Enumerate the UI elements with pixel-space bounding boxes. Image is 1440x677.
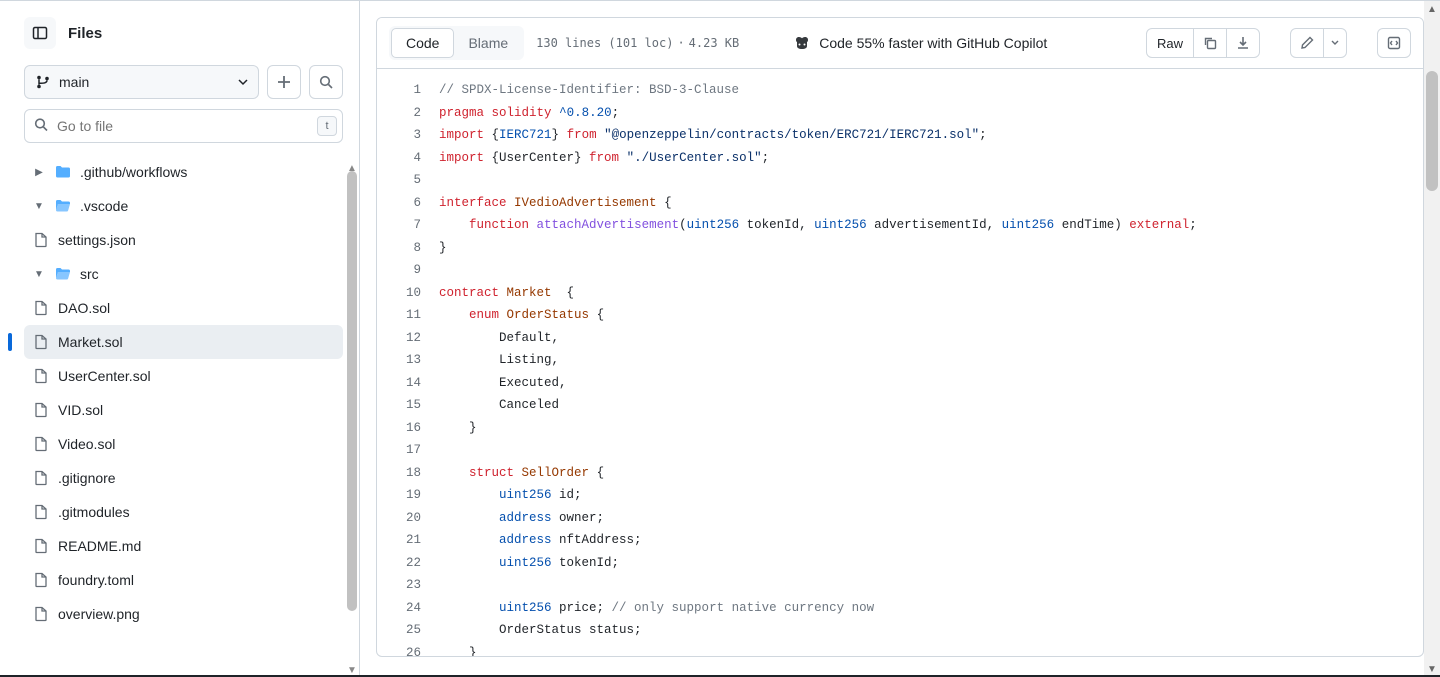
sidebar: Files main t ▶ .github/workflows bbox=[0, 1, 360, 677]
add-file-button[interactable] bbox=[267, 65, 301, 99]
chevron-down-icon: ▼ bbox=[32, 201, 46, 212]
branch-selector[interactable]: main bbox=[24, 65, 259, 99]
tree-item-vid[interactable]: VID.sol bbox=[24, 393, 343, 427]
file-tree: ▶ .github/workflows ▼ .vscode settings.j… bbox=[24, 155, 343, 631]
file-icon bbox=[32, 538, 50, 554]
tree-item-vscode[interactable]: ▼ .vscode bbox=[24, 189, 343, 223]
tree-label: foundry.toml bbox=[58, 572, 134, 588]
file-icon bbox=[32, 504, 50, 520]
tree-item-github-workflows[interactable]: ▶ .github/workflows bbox=[24, 155, 343, 189]
copy-icon bbox=[1203, 36, 1217, 50]
tree-label: .gitmodules bbox=[58, 504, 130, 520]
stats-size: 4.23 KB bbox=[689, 36, 740, 50]
chevron-right-icon: ▶ bbox=[32, 167, 46, 178]
file-icon bbox=[32, 436, 50, 452]
view-toggle: Code Blame bbox=[389, 26, 524, 60]
folder-open-icon bbox=[54, 266, 72, 282]
files-title: Files bbox=[68, 25, 102, 42]
code-content: // SPDX-License-Identifier: BSD-3-Clause… bbox=[439, 69, 1197, 656]
active-indicator bbox=[8, 333, 12, 351]
sidebar-scrollbar[interactable] bbox=[347, 171, 357, 611]
symbols-button[interactable] bbox=[1377, 28, 1411, 58]
tree-item-overview[interactable]: overview.png bbox=[24, 597, 343, 631]
tree-label: overview.png bbox=[58, 606, 140, 622]
search-icon bbox=[319, 75, 333, 89]
scrollbar-thumb[interactable] bbox=[1426, 71, 1438, 191]
tree-label: .gitignore bbox=[58, 470, 116, 486]
file-stats: 130 lines (101 loc) · 4.23 KB bbox=[536, 36, 739, 50]
collapse-sidebar-button[interactable] bbox=[24, 17, 56, 49]
copilot-icon bbox=[793, 34, 811, 52]
tree-item-foundry[interactable]: foundry.toml bbox=[24, 563, 343, 597]
chevron-down-icon: ▼ bbox=[32, 269, 46, 280]
copilot-text: Code 55% faster with GitHub Copilot bbox=[819, 35, 1047, 51]
tree-label: src bbox=[80, 266, 99, 282]
file-icon bbox=[32, 572, 50, 588]
branch-name: main bbox=[59, 74, 89, 90]
tree-item-gitignore[interactable]: .gitignore bbox=[24, 461, 343, 495]
raw-button[interactable]: Raw bbox=[1146, 28, 1194, 58]
file-icon bbox=[32, 470, 50, 486]
stats-lines: 130 lines (101 loc) bbox=[536, 36, 673, 50]
edit-button[interactable] bbox=[1290, 28, 1324, 58]
download-button[interactable] bbox=[1226, 28, 1260, 58]
tree-item-usercenter[interactable]: UserCenter.sol bbox=[24, 359, 343, 393]
folder-open-icon bbox=[54, 198, 72, 214]
tree-item-video[interactable]: Video.sol bbox=[24, 427, 343, 461]
tree-item-market[interactable]: Market.sol bbox=[24, 325, 343, 359]
tree-item-gitmodules[interactable]: .gitmodules bbox=[24, 495, 343, 529]
tree-item-readme[interactable]: README.md bbox=[24, 529, 343, 563]
plus-icon bbox=[277, 75, 291, 89]
download-icon bbox=[1236, 36, 1250, 50]
tree-label: .github/workflows bbox=[80, 164, 187, 180]
file-icon bbox=[32, 368, 50, 384]
search-button[interactable] bbox=[309, 65, 343, 99]
file-icon bbox=[32, 402, 50, 418]
tree-label: UserCenter.sol bbox=[58, 368, 151, 384]
chevron-down-icon bbox=[1331, 39, 1339, 47]
git-branch-icon bbox=[35, 74, 51, 90]
tree-label: DAO.sol bbox=[58, 300, 110, 316]
copilot-prompt[interactable]: Code 55% faster with GitHub Copilot bbox=[793, 34, 1047, 52]
chevron-down-icon bbox=[238, 77, 248, 87]
file-icon bbox=[32, 606, 50, 622]
page-scrollbar[interactable]: ▲ ▼ bbox=[1424, 1, 1440, 677]
tab-code[interactable]: Code bbox=[391, 28, 454, 58]
line-gutter: 1234567891011121314151617181920212223242… bbox=[377, 69, 439, 656]
copy-button[interactable] bbox=[1193, 28, 1227, 58]
tab-blame[interactable]: Blame bbox=[454, 28, 522, 58]
file-icon bbox=[32, 232, 50, 248]
tree-item-src[interactable]: ▼ src bbox=[24, 257, 343, 291]
folder-icon bbox=[54, 164, 72, 180]
search-icon bbox=[34, 118, 48, 132]
tree-label: VID.sol bbox=[58, 402, 103, 418]
go-to-file-input[interactable] bbox=[24, 109, 343, 143]
symbols-icon bbox=[1387, 36, 1401, 50]
scroll-up-icon[interactable]: ▲ bbox=[1424, 1, 1440, 17]
tree-item-dao[interactable]: DAO.sol bbox=[24, 291, 343, 325]
go-to-file-shortcut: t bbox=[317, 116, 337, 136]
tree-label: Market.sol bbox=[58, 334, 123, 350]
panel-icon bbox=[32, 25, 48, 41]
file-icon bbox=[32, 300, 50, 316]
code-view[interactable]: 1234567891011121314151617181920212223242… bbox=[377, 69, 1423, 656]
tree-label: settings.json bbox=[58, 232, 136, 248]
tree-label: Video.sol bbox=[58, 436, 115, 452]
file-icon bbox=[32, 334, 50, 350]
main: Code Blame 130 lines (101 loc) · 4.23 KB… bbox=[360, 1, 1440, 677]
file-toolbar: Code Blame 130 lines (101 loc) · 4.23 KB… bbox=[377, 18, 1423, 69]
pencil-icon bbox=[1300, 36, 1314, 50]
tree-label: .vscode bbox=[80, 198, 128, 214]
tree-label: README.md bbox=[58, 538, 141, 554]
edit-more-button[interactable] bbox=[1323, 28, 1347, 58]
tree-item-settings-json[interactable]: settings.json bbox=[24, 223, 343, 257]
